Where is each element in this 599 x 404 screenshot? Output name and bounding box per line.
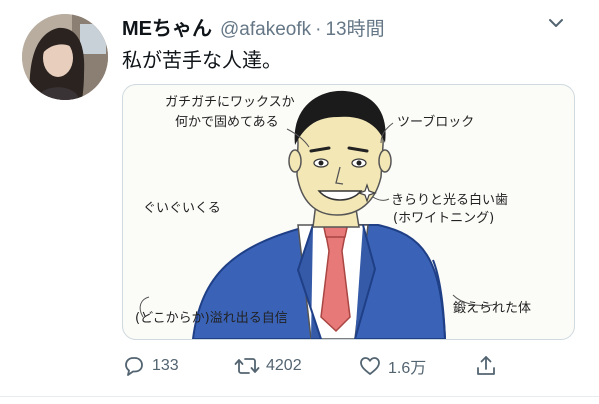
- share-button[interactable]: [474, 350, 504, 382]
- separator-dot: ·: [315, 19, 322, 40]
- label-teeth-line1: きらりと光る白い歯: [391, 193, 509, 208]
- share-icon: [477, 356, 495, 375]
- label-teeth-line2: (ホワイトニング): [393, 211, 495, 226]
- retweet-icon: [234, 358, 260, 374]
- retweet-button[interactable]: 4202: [234, 350, 302, 382]
- heart-icon: [360, 357, 380, 375]
- tweet-media[interactable]: ガチガチにワックスか 何かで固めてある ツーブロック きらりと光る白い歯 (ホワ…: [122, 84, 575, 340]
- reply-button[interactable]: 133: [122, 350, 179, 382]
- label-wax-line2: 何かで固めてある: [175, 115, 279, 130]
- user-handle[interactable]: @afakeofk: [220, 19, 311, 41]
- label-confidence: (どこからか)溢れ出る自信: [135, 311, 288, 326]
- retweet-count: 4202: [266, 357, 302, 374]
- like-button[interactable]: 1.6万: [358, 350, 426, 382]
- tweet-text: 私が苦手な人達。: [122, 50, 282, 72]
- label-wax-line1: ガチガチにワックスか: [165, 95, 295, 110]
- reply-count: 133: [152, 357, 179, 374]
- avatar[interactable]: [22, 14, 108, 100]
- action-bar: 133 4202 1.6万: [122, 350, 573, 382]
- timestamp[interactable]: 13時間: [325, 14, 384, 41]
- chevron-down-icon[interactable]: [545, 12, 567, 34]
- tweet-card[interactable]: MEちゃん @afakeofk · 13時間 私が苦手な人達。 ガチガチにワック…: [0, 0, 599, 404]
- display-name[interactable]: MEちゃん: [122, 12, 212, 41]
- reply-icon: [125, 357, 143, 376]
- like-count: 1.6万: [388, 360, 427, 377]
- avatar-image: [22, 14, 108, 100]
- label-body: 鍛えられた体: [453, 301, 532, 316]
- divider: [0, 396, 599, 397]
- tweet-header: MEちゃん @afakeofk · 13時間: [122, 12, 385, 42]
- label-guigui: ぐいぐいくる: [143, 201, 221, 216]
- label-two-block: ツーブロック: [397, 115, 475, 130]
